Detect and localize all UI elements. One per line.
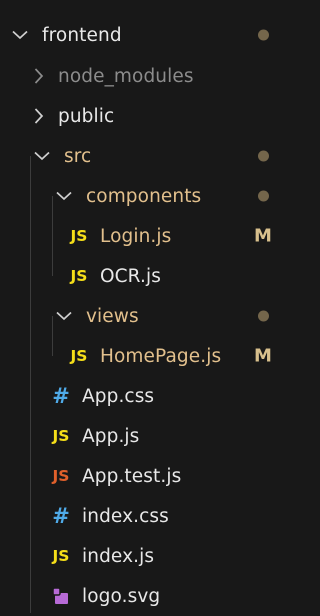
chevron-down-icon [56, 186, 78, 206]
folder-label: frontend [42, 24, 122, 46]
js-file-icon: JS [70, 267, 88, 285]
folder-label: node_modules [58, 65, 194, 87]
file-label: logo.svg [82, 585, 161, 607]
file-login-js[interactable]: JS Login.js M [0, 216, 296, 256]
folder-public[interactable]: public [0, 96, 296, 136]
chevron-down-icon [56, 306, 78, 326]
modified-dot-indicator [258, 29, 269, 41]
folder-label: views [86, 305, 139, 327]
chevron-down-icon [34, 146, 56, 166]
chevron-right-icon [34, 106, 50, 126]
modified-dot-indicator [258, 150, 269, 162]
file-label: OCR.js [100, 265, 161, 287]
file-logo-svg[interactable]: logo.svg [0, 576, 296, 616]
js-file-icon: JS [52, 547, 70, 565]
file-homepage-js[interactable]: JS HomePage.js M [0, 336, 296, 376]
file-index-js[interactable]: JS index.js [0, 536, 296, 576]
js-file-icon: JS [70, 227, 88, 245]
css-file-icon: # [52, 504, 70, 528]
modified-badge: M [254, 225, 272, 247]
file-label: App.css [82, 385, 155, 407]
file-label: App.js [82, 425, 140, 447]
folder-src[interactable]: src [0, 136, 296, 176]
js-test-file-icon: JS [52, 467, 70, 485]
file-label: index.css [82, 505, 169, 527]
file-label: HomePage.js [100, 345, 222, 367]
file-index-css[interactable]: # index.css [0, 496, 296, 536]
folder-label: src [64, 145, 92, 167]
file-app-css[interactable]: # App.css [0, 376, 296, 416]
js-file-icon: JS [52, 427, 70, 445]
folder-components[interactable]: components [0, 176, 296, 216]
folder-frontend[interactable]: frontend [0, 17, 296, 53]
folder-label: public [58, 105, 115, 127]
folder-views[interactable]: views [0, 296, 296, 336]
modified-badge: M [254, 345, 272, 367]
css-file-icon: # [52, 384, 70, 408]
file-label: index.js [82, 545, 155, 567]
folder-node-modules[interactable]: node_modules [0, 56, 296, 96]
file-ocr-js[interactable]: JS OCR.js [0, 256, 296, 296]
chevron-right-icon [34, 66, 50, 86]
folder-label: components [86, 185, 202, 207]
svg-logo-icon [48, 586, 74, 606]
modified-dot-indicator [258, 190, 269, 202]
file-label: App.test.js [82, 465, 182, 487]
file-explorer-tree: frontend node_modules public src compone… [0, 0, 296, 613]
modified-dot-indicator [258, 310, 269, 322]
file-app-js[interactable]: JS App.js [0, 416, 296, 456]
file-label: Login.js [100, 225, 172, 247]
file-app-test-js[interactable]: JS App.test.js [0, 456, 296, 496]
js-file-icon: JS [70, 347, 88, 365]
chevron-down-icon [12, 25, 34, 45]
